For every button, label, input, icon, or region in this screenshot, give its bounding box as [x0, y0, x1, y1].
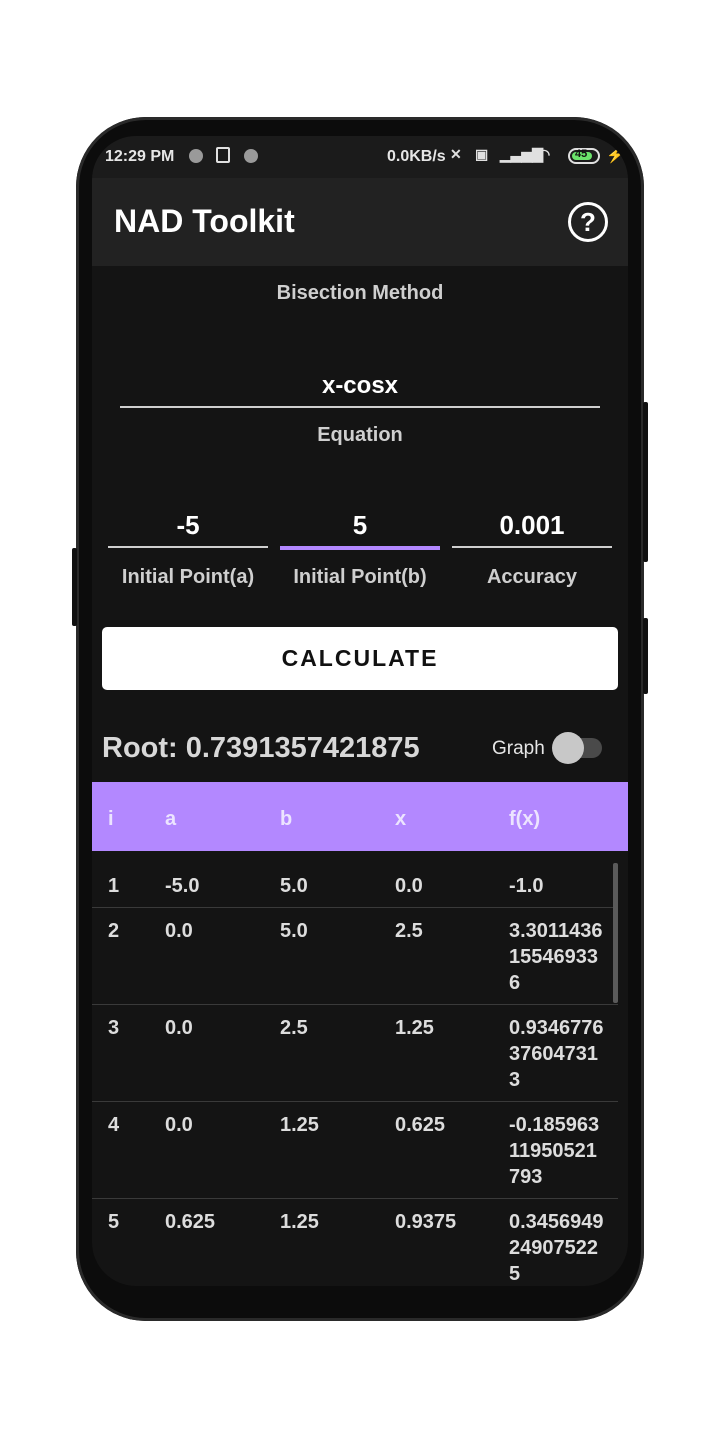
table-row: 4 0.0 1.25 0.625 -0.185963 11950521 793: [92, 1102, 618, 1199]
root-result: Root: 0.7391357421875: [102, 732, 420, 764]
cell-a: 0.625: [165, 1211, 216, 1233]
cell-fx: 0.9346776 37604731 3: [509, 1017, 604, 1091]
app-bar: NAD Toolkit ?: [92, 178, 628, 266]
battery-percent: 45: [575, 148, 588, 160]
accuracy-field[interactable]: 0.001: [452, 506, 612, 548]
cell-fx: -0.185963 11950521 793: [509, 1114, 600, 1188]
method-title: Bisection Method: [276, 282, 444, 304]
cell-b: 1.25: [280, 1211, 319, 1233]
table-scrollbar[interactable]: [613, 863, 618, 1003]
wifi-icon: ◠: [538, 146, 551, 162]
iteration-table[interactable]: 1 -5.0 5.0 0.0 -1.0 2 0.0 5.0 2.5 3.3011…: [92, 851, 628, 1286]
notification-dot-icon: [189, 149, 203, 163]
initial-point-a-value: -5: [176, 510, 200, 540]
cell-b: 5.0: [280, 920, 308, 942]
graph-toggle-knob[interactable]: [552, 732, 584, 764]
status-time: 12:29 PM: [105, 148, 175, 165]
cell-x: 2.5: [395, 920, 423, 942]
signal-icon: ▁▃▅▇: [500, 146, 544, 162]
notification-dot-icon: [244, 149, 258, 163]
cell-a: 0.0: [165, 920, 193, 942]
cell-x: 1.25: [395, 1017, 434, 1039]
equation-value: x-cosx: [321, 372, 399, 399]
header-fx: f(x): [509, 808, 541, 830]
graph-toggle-label: Graph: [492, 738, 545, 759]
calculate-button[interactable]: CALCULATE: [102, 627, 618, 690]
cell-a: -5.0: [165, 875, 200, 897]
cell-i: 1: [108, 875, 120, 897]
accuracy-label: Accuracy: [486, 566, 578, 588]
cell-b: 5.0: [280, 875, 308, 897]
initial-point-b-label: Initial Point(b): [293, 566, 427, 588]
cell-fx: 0.3456949 24907522 5: [509, 1211, 604, 1285]
charging-icon: ⚡: [606, 147, 625, 164]
phone-side-button: [643, 618, 648, 694]
cell-b: 2.5: [280, 1017, 308, 1039]
cell-fx: 3.3011436 15546933 6: [509, 920, 603, 994]
initial-point-b-value: 5: [352, 510, 368, 540]
table-row: 5 0.625 1.25 0.9375 0.3456949 24907522 5: [92, 1199, 618, 1286]
phone-side-button: [643, 402, 648, 562]
initial-point-a-field[interactable]: -5: [108, 506, 268, 548]
cell-i: 5: [108, 1211, 120, 1233]
battery-icon: 45: [568, 148, 600, 164]
cell-i: 4: [108, 1114, 120, 1136]
header-i: i: [108, 808, 114, 830]
phone-side-button: [72, 548, 77, 626]
accuracy-value: 0.001: [499, 510, 565, 540]
header-a: a: [165, 808, 177, 830]
initial-point-b-field[interactable]: 5: [280, 506, 440, 550]
cell-i: 3: [108, 1017, 120, 1039]
volte-icon: ▣: [475, 146, 489, 162]
cell-x: 0.0: [395, 875, 423, 897]
equation-field[interactable]: x-cosx: [120, 368, 600, 408]
table-header: i a b x f(x): [92, 782, 628, 851]
app-title: NAD Toolkit: [114, 203, 295, 239]
cell-fx: -1.0: [509, 875, 544, 897]
help-icon[interactable]: ?: [568, 202, 608, 242]
mute-icon: ✕: [450, 146, 462, 162]
cell-a: 0.0: [165, 1017, 193, 1039]
table-row: 2 0.0 5.0 2.5 3.3011436 15546933 6: [92, 908, 618, 1005]
header-b: b: [280, 808, 293, 830]
initial-point-a-label: Initial Point(a): [121, 566, 255, 588]
status-bar: 12:29 PM 0.0KB/s ✕ ▣ ▁▃▅▇ ◠ 45 ⚡: [92, 136, 628, 178]
cell-b: 1.25: [280, 1114, 319, 1136]
app-screen: 12:29 PM 0.0KB/s ✕ ▣ ▁▃▅▇ ◠ 45 ⚡ NAD Too…: [92, 136, 628, 1286]
cell-x: 0.625: [395, 1114, 446, 1136]
network-speed: 0.0KB/s: [387, 148, 446, 165]
equation-label: Equation: [317, 424, 403, 446]
cell-a: 0.0: [165, 1114, 193, 1136]
header-x: x: [395, 808, 407, 830]
table-row: 1 -5.0 5.0 0.0 -1.0: [92, 851, 618, 908]
table-row: 3 0.0 2.5 1.25 0.9346776 37604731 3: [92, 1005, 618, 1102]
cell-i: 2: [108, 920, 120, 942]
sim-icon: [216, 147, 230, 163]
cell-x: 0.9375: [395, 1211, 457, 1233]
